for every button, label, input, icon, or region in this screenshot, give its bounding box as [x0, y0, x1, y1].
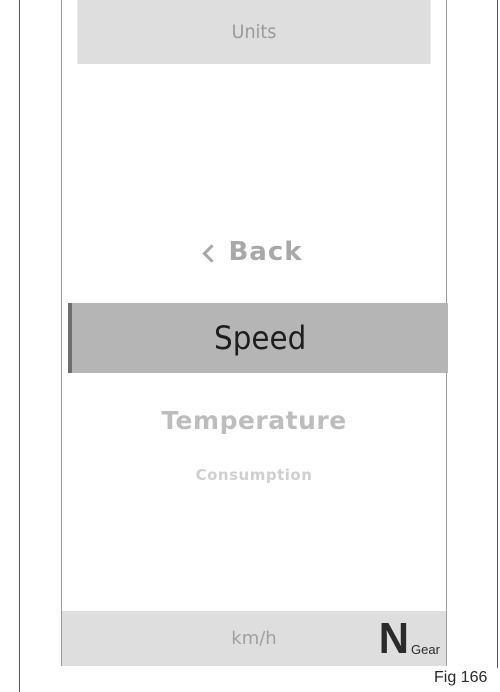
back-label: Back [228, 237, 303, 267]
figure-page: Units Back Speed Temperature Consumption… [0, 0, 500, 692]
dashboard-display: Units Back Speed Temperature Consumption… [61, 0, 448, 666]
page-border-right [497, 0, 498, 668]
menu-item-label: Consumption [195, 466, 313, 484]
footer-bar: km/h N Gear [62, 611, 446, 666]
figure-caption: Fig 166 [434, 669, 488, 686]
selected-item-label: Speed [213, 319, 307, 357]
chevron-left-icon [202, 243, 222, 263]
menu-item-temperature[interactable]: Temperature [62, 398, 446, 442]
menu-item-label: Temperature [161, 405, 347, 435]
gear-label: Gear [411, 642, 440, 657]
back-menu-item[interactable]: Back [62, 228, 446, 276]
gear-indicator: N [378, 614, 409, 663]
page-border-left [19, 0, 20, 692]
menu-item-consumption[interactable]: Consumption [62, 462, 446, 486]
menu-item-speed-selected[interactable]: Speed [68, 303, 448, 373]
header-bar: Units [77, 0, 431, 64]
header-title: Units [231, 21, 277, 43]
